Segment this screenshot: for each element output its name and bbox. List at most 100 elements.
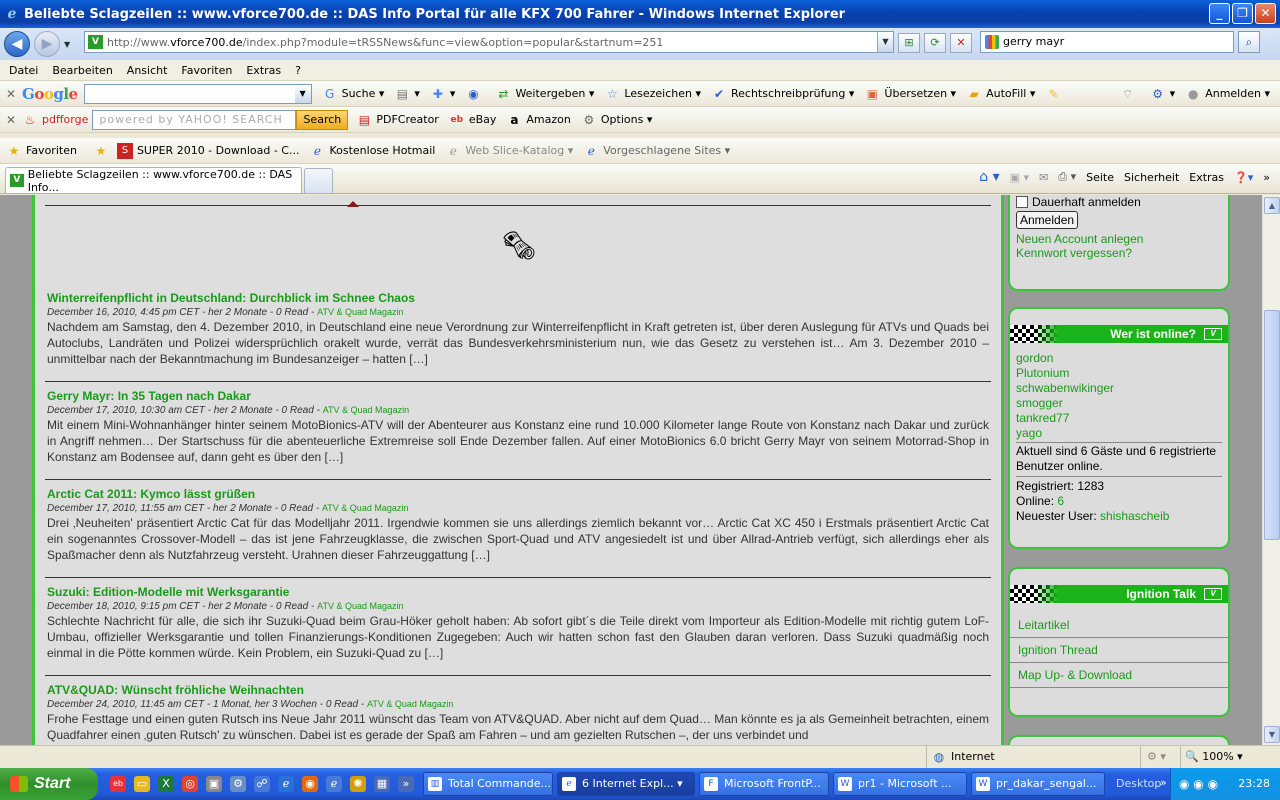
article-title[interactable]: Gerry Mayr: In 35 Tagen nach Dakar <box>47 389 989 403</box>
favorite-super2010[interactable]: S SUPER 2010 - Download - C... <box>116 142 299 159</box>
refresh-icon[interactable]: ⟳ <box>924 33 946 53</box>
google-dropdown-icon[interactable]: ▼ <box>294 84 311 103</box>
google-search-input[interactable]: ▼ <box>83 83 312 104</box>
address-bar[interactable]: V http://www. vforce700.de/index.php?modu… <box>84 31 894 53</box>
close-pdf-toolbar-icon[interactable]: ✕ <box>0 113 22 127</box>
quicklaunch-app3-icon[interactable]: ▦ <box>374 776 390 792</box>
home-icon[interactable]: ⌂ ▾ <box>979 169 999 185</box>
article-category[interactable]: ATV & Quad Magazin <box>317 307 403 317</box>
feeds-icon[interactable]: ▣ ▾ <box>1010 171 1029 184</box>
signal-button[interactable]: ⌔ <box>1120 86 1140 102</box>
scroll-thumb[interactable] <box>1264 310 1280 540</box>
online-user-link[interactable]: tankred77 <box>1016 411 1222 426</box>
spellcheck-button[interactable]: ✔ Rechtschreibprüfung ▾ <box>711 86 854 102</box>
address-dropdown-icon[interactable]: ▼ <box>877 32 893 52</box>
autofill-button[interactable]: ▰ AutoFill ▾ <box>966 86 1035 102</box>
tray-icons[interactable]: ◉ ◉ ◉ <box>1179 768 1218 800</box>
online-user-link[interactable]: Plutonium <box>1016 366 1222 381</box>
quicklaunch-app2-icon[interactable]: ⚙ <box>230 776 246 792</box>
ebay-button[interactable]: eb eBay <box>449 112 497 128</box>
tools-menu[interactable]: Extras <box>1189 171 1224 184</box>
article-category[interactable]: ATV & Quad Magazin <box>367 699 453 709</box>
bookmarks-button[interactable]: ☆ Lesezeichen ▾ <box>604 86 701 102</box>
ignition-link[interactable]: Map Up- & Download <box>1010 663 1228 688</box>
article-title[interactable]: Suzuki: Edition-Modelle mit Werksgaranti… <box>47 585 989 599</box>
minimize-button[interactable]: _ <box>1209 3 1230 24</box>
back-button[interactable]: ◀ <box>4 31 30 57</box>
task-total-commander[interactable]: ▥ Total Commande... <box>423 772 553 796</box>
quicklaunch-network-icon[interactable]: ☍ <box>254 776 270 792</box>
menu-help[interactable]: ? <box>290 64 310 77</box>
options-button[interactable]: ⚙ Options ▾ <box>581 112 652 128</box>
search-go-icon[interactable]: ⌕ <box>1238 31 1260 53</box>
favorites-button[interactable]: ★ Favoriten <box>6 143 77 159</box>
online-user-link[interactable]: smogger <box>1016 396 1222 411</box>
remember-checkbox[interactable] <box>1016 196 1028 208</box>
menu-extras[interactable]: Extras <box>241 64 290 77</box>
menu-favoriten[interactable]: Favoriten <box>176 64 241 77</box>
close-button[interactable]: ✕ <box>1255 3 1276 24</box>
article-title[interactable]: Winterreifenpflicht in Deutschland: Durc… <box>47 291 989 305</box>
page-tools-button[interactable]: ▤ ▾ <box>394 86 420 102</box>
favorite-suggested[interactable]: ℯ Vorgeschlagene Sites ▾ <box>583 143 730 159</box>
quicklaunch-ie-icon[interactable]: ℯ <box>278 776 294 792</box>
globe-button[interactable]: ◉ <box>465 86 485 102</box>
page-menu[interactable]: Seite <box>1086 171 1114 184</box>
favorite-hotmail[interactable]: ℯ Kostenlose Hotmail <box>309 143 435 159</box>
amazon-button[interactable]: a Amazon <box>506 112 571 128</box>
start-button[interactable]: Start <box>0 768 98 800</box>
quicklaunch-ebay-icon[interactable]: eb <box>110 776 126 792</box>
share-button[interactable]: ⇄ Weitergeben ▾ <box>495 86 594 102</box>
article-category[interactable]: ATV & Quad Magazin <box>323 405 409 415</box>
close-toolbar-icon[interactable]: ✕ <box>0 87 22 101</box>
history-dropdown-icon[interactable]: ▼ <box>64 40 70 49</box>
newest-user-link[interactable]: shishascheib <box>1100 509 1169 523</box>
quicklaunch-firefox-icon[interactable]: ◉ <box>302 776 318 792</box>
task-frontpage[interactable]: F Microsoft FrontP... <box>699 772 829 796</box>
quicklaunch-more-icon[interactable]: » <box>398 776 414 792</box>
task-pr-dakar[interactable]: Wpr_dakar_sengal... <box>971 772 1105 796</box>
search-input[interactable]: gerry mayr <box>980 31 1234 53</box>
tab-current[interactable]: V Beliebte Sclagzeilen :: www.vforce700.… <box>5 167 302 194</box>
ignition-link[interactable]: Ignition Thread <box>1010 638 1228 663</box>
article-title[interactable]: ATV&QUAD: Wünscht fröhliche Weihnachten <box>47 683 989 697</box>
maximize-button[interactable]: ❐ <box>1232 3 1253 24</box>
desktop-toolbar[interactable]: Desktop <box>1116 768 1161 800</box>
online-user-link[interactable]: schwabenwikinger <box>1016 381 1222 396</box>
vertical-scrollbar[interactable]: ▲ ▼ <box>1262 195 1280 745</box>
google-search-button[interactable]: G Suche ▾ <box>322 86 384 102</box>
wrench-button[interactable]: ⚙ ▾ <box>1150 86 1175 102</box>
article-category[interactable]: ATV & Quad Magazin <box>317 601 403 611</box>
quicklaunch-chrome-icon[interactable]: ◎ <box>182 776 198 792</box>
quicklaunch-app-icon[interactable]: ▣ <box>206 776 222 792</box>
pdfcreator-button[interactable]: ▤ PDFCreator <box>356 112 439 128</box>
translate-button[interactable]: ▣ Übersetzen ▾ <box>864 86 956 102</box>
scroll-down-icon[interactable]: ▼ <box>1264 726 1280 743</box>
safety-menu[interactable]: Sicherheit <box>1124 171 1179 184</box>
scroll-up-icon[interactable]: ▲ <box>1264 197 1280 214</box>
zoom-control[interactable]: 🔍 100% ▾ <box>1180 746 1243 768</box>
protected-mode-icon[interactable]: ⚙ ▾ <box>1140 746 1166 768</box>
add-button[interactable]: ✚ ▾ <box>430 86 456 102</box>
help-icon[interactable]: ❓▾ <box>1234 171 1253 184</box>
quicklaunch-ie2-icon[interactable]: ℯ <box>326 776 342 792</box>
article-category[interactable]: ATV & Quad Magazin <box>322 503 408 513</box>
quicklaunch-sun-icon[interactable]: ✺ <box>350 776 366 792</box>
compat-view-icon[interactable]: ⊞ <box>898 33 920 53</box>
yahoo-search-input[interactable]: powered by YAHOO! SEARCH <box>92 109 297 130</box>
favorite-webslice[interactable]: ℯ Web Slice-Katalog ▾ <box>445 143 574 159</box>
quicklaunch-excel-icon[interactable]: X <box>158 776 174 792</box>
login-button[interactable]: Anmelden <box>1016 211 1079 229</box>
print-icon[interactable]: ⎙ ▾ <box>1058 170 1076 184</box>
new-tab-button[interactable] <box>304 168 333 193</box>
online-user-link[interactable]: gordon <box>1016 351 1222 366</box>
highlighter-button[interactable]: ✎ <box>1045 86 1065 102</box>
task-internet-explorer[interactable]: ℯ6 Internet Expl... ▾ <box>557 772 695 796</box>
stop-icon[interactable]: ✕ <box>950 33 972 53</box>
task-pr1[interactable]: Wpr1 - Microsoft ... <box>833 772 967 796</box>
menu-bearbeiten[interactable]: Bearbeiten <box>47 64 121 77</box>
article-title[interactable]: Arctic Cat 2011: Kymco lässt grüßen <box>47 487 989 501</box>
new-account-link[interactable]: Neuen Account anlegen <box>1016 232 1222 246</box>
forward-button[interactable]: ▶ <box>34 31 60 57</box>
add-favorite-button[interactable]: ★ <box>93 143 113 159</box>
